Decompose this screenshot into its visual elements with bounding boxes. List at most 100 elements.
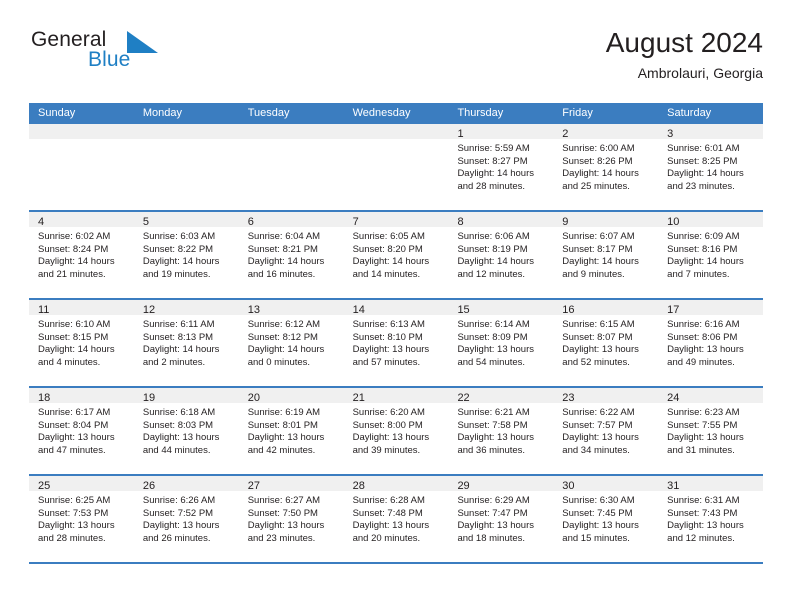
day-cell-3[interactable]: 3 Sunrise: 6:01 AM Sunset: 8:25 PM Daylight… — [658, 124, 764, 210]
day-sun-details: Sunrise: 6:28 AM Sunset: 7:48 PM Daylight:… — [344, 491, 449, 545]
day-number: 15 — [457, 304, 470, 316]
day-detail-line: and 25 minutes. — [562, 180, 630, 192]
day-detail-line: and 7 minutes. — [667, 268, 730, 280]
day-number: 25 — [38, 480, 51, 492]
day-number-band: 11 — [29, 300, 134, 316]
day-number-band: 14 — [343, 300, 449, 316]
day-cell-1[interactable]: 1 Sunrise: 5:59 AM Sunset: 8:27 PM Daylight… — [448, 124, 554, 210]
day-cell-28[interactable]: 28 Sunrise: 6:28 AM Sunset: 7:48 PM Dayligh… — [343, 476, 449, 562]
day-cell-20[interactable]: 20 Sunrise: 6:19 AM Sunset: 8:01 PM Dayligh… — [238, 388, 344, 474]
day-sun-details: Sunrise: 6:25 AM Sunset: 7:53 PM Daylight:… — [29, 491, 134, 545]
day-detail-line: Daylight: 13 hours — [247, 432, 325, 444]
day-detail-line: and 57 minutes. — [352, 356, 421, 368]
day-cell-31[interactable]: 31 Sunrise: 6:31 AM Sunset: 7:43 PM Dayligh… — [658, 476, 764, 562]
day-sun-details: Sunrise: 6:23 AM Sunset: 7:55 PM Daylight:… — [658, 403, 763, 457]
day-detail-line: and 44 minutes. — [142, 444, 211, 456]
day-cell-19[interactable]: 19 Sunrise: 6:18 AM Sunset: 8:03 PM Dayligh… — [133, 388, 239, 474]
day-number: 19 — [142, 392, 156, 404]
day-sun-details: Sunrise: 6:07 AM Sunset: 8:17 PM Daylight:… — [553, 227, 658, 281]
day-cell-12[interactable]: 12 Sunrise: 6:11 AM Sunset: 8:13 PM Dayligh… — [133, 300, 239, 386]
day-cell-10[interactable]: 10 Sunrise: 6:09 AM Sunset: 8:16 PM Dayligh… — [658, 212, 764, 298]
day-detail-line: and 20 minutes. — [352, 532, 421, 544]
day-cell-15[interactable]: 15 Sunrise: 6:14 AM Sunset: 8:09 PM Dayligh… — [448, 300, 554, 386]
day-detail-line: Sunrise: 6:28 AM — [352, 495, 425, 506]
day-number-band: 5 — [133, 212, 239, 228]
brand-logo[interactable]: General Blue — [29, 28, 259, 90]
day-cell-14[interactable]: 14 Sunrise: 6:13 AM Sunset: 8:10 PM Dayligh… — [343, 300, 449, 386]
day-cell-24[interactable]: 24 Sunrise: 6:23 AM Sunset: 7:55 PM Dayligh… — [658, 388, 764, 474]
day-number-band: 8 — [448, 212, 554, 228]
day-number: 28 — [352, 480, 365, 492]
day-detail-line: and 23 minutes. — [667, 180, 735, 192]
day-cell-25[interactable]: 25 Sunrise: 6:25 AM Sunset: 7:53 PM Dayligh… — [29, 476, 134, 562]
day-cell-29[interactable]: 29 Sunrise: 6:29 AM Sunset: 7:47 PM Dayligh… — [448, 476, 554, 562]
day-cell-4[interactable]: 4 Sunrise: 6:02 AM Sunset: 8:24 PM Daylight… — [29, 212, 134, 298]
day-number-band: 21 — [343, 388, 449, 404]
day-cell-16[interactable]: 16 Sunrise: 6:15 AM Sunset: 8:07 PM Dayligh… — [553, 300, 659, 386]
day-detail-line: and 47 minutes. — [38, 444, 106, 456]
day-detail-line: and 26 minutes. — [142, 532, 211, 544]
day-cell-22[interactable]: 22 Sunrise: 6:21 AM Sunset: 7:58 PM Dayligh… — [448, 388, 554, 474]
day-cell-21[interactable]: 21 Sunrise: 6:20 AM Sunset: 8:00 PM Dayligh… — [343, 388, 449, 474]
day-detail-line: Daylight: 14 hours — [667, 256, 744, 268]
day-detail-line: Sunrise: 6:13 AM — [352, 319, 425, 330]
weekday-header-tuesday: Tuesday — [247, 107, 290, 119]
day-number: 10 — [667, 216, 680, 228]
day-detail-line: Sunset: 7:55 PM — [667, 419, 738, 431]
day-sun-details: Sunrise: 6:20 AM Sunset: 8:00 PM Daylight:… — [344, 403, 449, 457]
page-header: General Blue August 2024 Ambrolauri, Geo… — [29, 27, 763, 90]
day-cell-5[interactable]: 5 Sunrise: 6:03 AM Sunset: 8:22 PM Daylight… — [133, 212, 239, 298]
day-sun-details: Sunrise: 6:27 AM Sunset: 7:50 PM Daylight:… — [239, 491, 344, 545]
calendar-grid: Sunday Monday Tuesday Wednesday Thursday Frid… — [29, 103, 764, 564]
day-detail-line: and 28 minutes. — [38, 532, 106, 544]
day-detail-line: and 0 minutes. — [247, 356, 311, 368]
day-cell-11[interactable]: 11 Sunrise: 6:10 AM Sunset: 8:15 PM Dayligh… — [29, 300, 134, 386]
day-detail-line: Daylight: 13 hours — [352, 432, 430, 444]
day-sun-details: Sunrise: 6:13 AM Sunset: 8:10 PM Daylight:… — [344, 315, 449, 369]
day-sun-details: Sunrise: 6:15 AM Sunset: 8:07 PM Daylight:… — [553, 315, 658, 369]
day-cell-7[interactable]: 7 Sunrise: 6:05 AM Sunset: 8:20 PM Daylight… — [343, 212, 449, 298]
day-detail-line: Sunrise: 6:01 AM — [667, 143, 740, 154]
day-detail-line: and 39 minutes. — [352, 444, 421, 456]
day-detail-line: Sunrise: 6:04 AM — [247, 231, 321, 242]
day-cell-23[interactable]: 23 Sunrise: 6:22 AM Sunset: 7:57 PM Dayligh… — [553, 388, 659, 474]
day-detail-line: Sunset: 8:22 PM — [142, 243, 214, 255]
day-detail-line: Sunrise: 6:26 AM — [142, 495, 216, 506]
day-number-band: 12 — [133, 300, 239, 316]
day-cell-9[interactable]: 9 Sunrise: 6:07 AM Sunset: 8:17 PM Daylight… — [553, 212, 659, 298]
day-number-band: 10 — [658, 212, 764, 228]
day-detail-line: Sunset: 8:26 PM — [562, 155, 633, 167]
day-detail-line: Sunrise: 6:18 AM — [142, 407, 216, 418]
day-number-band: 25 — [29, 476, 134, 492]
day-number-band: 22 — [448, 388, 554, 404]
day-detail-line: and 9 minutes. — [562, 268, 625, 280]
day-cell-30[interactable]: 30 Sunrise: 6:30 AM Sunset: 7:45 PM Dayligh… — [553, 476, 659, 562]
day-cell-27[interactable]: 27 Sunrise: 6:27 AM Sunset: 7:50 PM Dayligh… — [238, 476, 344, 562]
day-detail-line: Sunset: 8:21 PM — [247, 243, 318, 255]
day-cell-13[interactable]: 13 Sunrise: 6:12 AM Sunset: 8:12 PM Dayligh… — [238, 300, 344, 386]
day-cell-2[interactable]: 2 Sunrise: 6:00 AM Sunset: 8:26 PM Daylight… — [553, 124, 659, 210]
day-cell-18[interactable]: 18 Sunrise: 6:17 AM Sunset: 8:04 PM Dayligh… — [29, 388, 134, 474]
weekday-header-sunday: Sunday — [38, 107, 76, 119]
day-detail-line: Daylight: 13 hours — [457, 520, 535, 532]
day-detail-line: Daylight: 14 hours — [457, 256, 535, 268]
day-cell-8[interactable]: 8 Sunrise: 6:06 AM Sunset: 8:19 PM Daylight… — [448, 212, 554, 298]
day-detail-line: Sunset: 8:17 PM — [562, 243, 633, 255]
day-cell-26[interactable]: 26 Sunrise: 6:26 AM Sunset: 7:52 PM Dayligh… — [133, 476, 239, 562]
day-detail-line: Daylight: 14 hours — [142, 256, 220, 268]
day-detail-line: and 28 minutes. — [457, 180, 526, 192]
day-number-band — [238, 124, 344, 139]
day-detail-line: Daylight: 14 hours — [667, 168, 744, 180]
day-cell-6[interactable]: 6 Sunrise: 6:04 AM Sunset: 8:21 PM Daylight… — [238, 212, 344, 298]
brand-name-blue: Blue — [88, 48, 131, 71]
day-detail-line: and 49 minutes. — [667, 356, 735, 368]
day-sun-details: Sunrise: 6:30 AM Sunset: 7:45 PM Daylight:… — [553, 491, 658, 545]
day-detail-line: Sunset: 7:43 PM — [667, 507, 738, 519]
day-detail-line: Sunrise: 6:00 AM — [562, 143, 635, 154]
day-number: 17 — [667, 304, 680, 316]
day-sun-details: Sunrise: 6:00 AM Sunset: 8:26 PM Daylight:… — [553, 139, 658, 193]
day-detail-line: Sunrise: 6:20 AM — [352, 407, 425, 418]
weekday-header-friday: Friday — [562, 107, 593, 119]
day-cell-17[interactable]: 17 Sunrise: 6:16 AM Sunset: 8:06 PM Dayligh… — [658, 300, 764, 386]
day-detail-line: and 14 minutes. — [352, 268, 421, 280]
